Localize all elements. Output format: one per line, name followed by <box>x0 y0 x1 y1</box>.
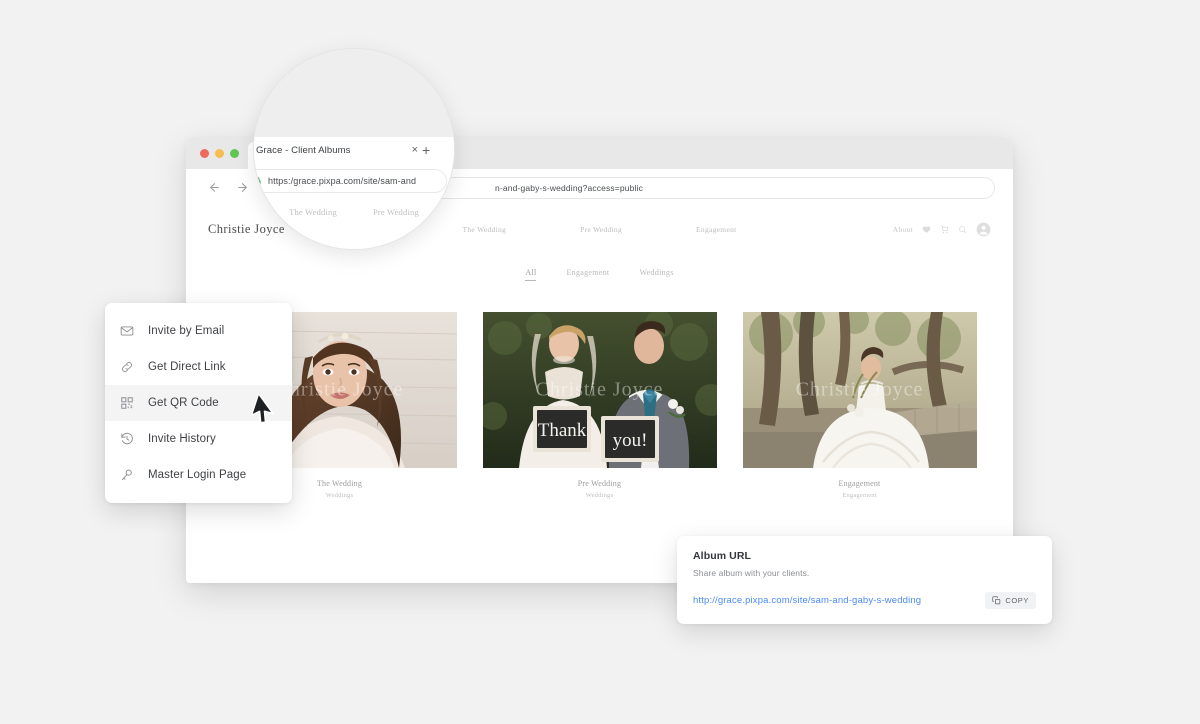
menu-item-invite-by-email[interactable]: Invite by Email <box>105 313 292 349</box>
menu-item-label: Invite History <box>148 433 216 445</box>
magnified-new-tab-icon[interactable]: + <box>422 143 430 157</box>
magnified-address-bar[interactable]: https:/grace.pixpa.com/site/sam-and <box>254 169 447 193</box>
magnifier-lens: Grace - Client Albums × + https:/grace.p… <box>253 48 455 250</box>
album-url-link[interactable]: http://grace.pixpa.com/site/sam-and-gaby… <box>693 595 985 606</box>
copy-icon <box>992 596 1001 605</box>
album-subtitle: Weddings <box>585 492 614 499</box>
album-url-subtitle: Share album with your clients. <box>693 568 810 578</box>
site-content: Christie Joyce The Wedding Pre Wedding E… <box>186 206 1013 583</box>
magnified-site-nav: The Wedding Pre Wedding <box>254 207 454 217</box>
site-nav-link-about[interactable]: About <box>893 225 913 234</box>
album-grid: Christie Joyce The Wedding Weddings Than… <box>186 312 1013 499</box>
site-nav-link-the-wedding[interactable]: The Wedding <box>462 225 506 234</box>
album-thumbnail-couple-thank-you[interactable]: Thank you! Christie Joyce <box>482 312 717 468</box>
share-context-menu: Invite by Email Get Direct Link Get QR C… <box>105 303 292 503</box>
menu-item-label: Master Login Page <box>148 469 247 481</box>
menu-item-label: Get QR Code <box>148 397 219 409</box>
menu-item-master-login-page[interactable]: Master Login Page <box>105 457 292 493</box>
window-maximize-button[interactable] <box>230 149 239 158</box>
album-filter-tabs: All Engagement Weddings <box>186 268 1013 281</box>
qr-code-icon <box>120 395 139 411</box>
forward-arrow-icon[interactable] <box>232 178 252 198</box>
album-filter-engagement[interactable]: Engagement <box>566 268 609 281</box>
site-nav-link-engagement[interactable]: Engagement <box>696 225 737 234</box>
album-thumbnail-bride-outdoors[interactable]: Christie Joyce <box>742 312 977 468</box>
magnified-nav-link-the-wedding[interactable]: The Wedding <box>289 207 337 217</box>
lock-icon <box>254 176 262 186</box>
heart-icon[interactable] <box>922 225 931 234</box>
album-url-row: http://grace.pixpa.com/site/sam-and-gaby… <box>693 592 1036 609</box>
menu-item-label: Get Direct Link <box>148 361 226 373</box>
back-arrow-icon[interactable] <box>204 178 224 198</box>
traffic-light-group <box>200 149 239 158</box>
window-close-button[interactable] <box>200 149 209 158</box>
menu-item-invite-history[interactable]: Invite History <box>105 421 292 457</box>
window-minimize-button[interactable] <box>215 149 224 158</box>
magnified-browser-tab[interactable]: Grace - Client Albums × <box>254 137 432 163</box>
account-icon[interactable] <box>976 222 991 237</box>
magnified-url-text: https:/grace.pixpa.com/site/sam-and <box>268 176 417 186</box>
copy-button[interactable]: COPY <box>985 592 1036 609</box>
album-url-popup: Album URL Share album with your clients.… <box>677 536 1052 624</box>
history-clock-icon <box>120 431 139 447</box>
album-subtitle: Engagement <box>842 492 877 499</box>
menu-item-get-direct-link[interactable]: Get Direct Link <box>105 349 292 385</box>
magnified-tab-title: Grace - Client Albums <box>256 144 351 156</box>
magnifier-content: Grace - Client Albums × + https:/grace.p… <box>254 49 454 249</box>
svg-text:you!: you! <box>612 430 647 451</box>
svg-text:Thank: Thank <box>537 420 586 441</box>
envelope-icon <box>120 323 139 339</box>
album-title: Engagement <box>838 479 881 488</box>
album-url-title: Album URL <box>693 550 752 562</box>
menu-item-get-qr-code[interactable]: Get QR Code <box>105 385 292 421</box>
key-icon <box>120 467 139 483</box>
album-card[interactable]: Thank you! Christie Joyce Pre Wedding We… <box>482 312 717 499</box>
menu-item-label: Invite by Email <box>148 325 225 337</box>
album-filter-all[interactable]: All <box>525 268 537 281</box>
magnified-titlebar <box>254 49 454 137</box>
copy-button-label: COPY <box>1005 596 1029 605</box>
album-filter-weddings[interactable]: Weddings <box>639 268 673 281</box>
magnified-nav-link-pre-wedding[interactable]: Pre Wedding <box>373 207 419 217</box>
search-icon[interactable] <box>958 225 967 234</box>
site-header-actions: About <box>893 222 991 237</box>
link-icon <box>120 359 139 375</box>
cart-icon[interactable] <box>940 224 949 234</box>
magnified-tab-close-icon[interactable]: × <box>412 144 418 156</box>
album-card[interactable]: Christie Joyce Engagement Engagement <box>742 312 977 499</box>
site-nav-link-pre-wedding[interactable]: Pre Wedding <box>580 225 622 234</box>
album-title: Pre Wedding <box>577 479 622 488</box>
